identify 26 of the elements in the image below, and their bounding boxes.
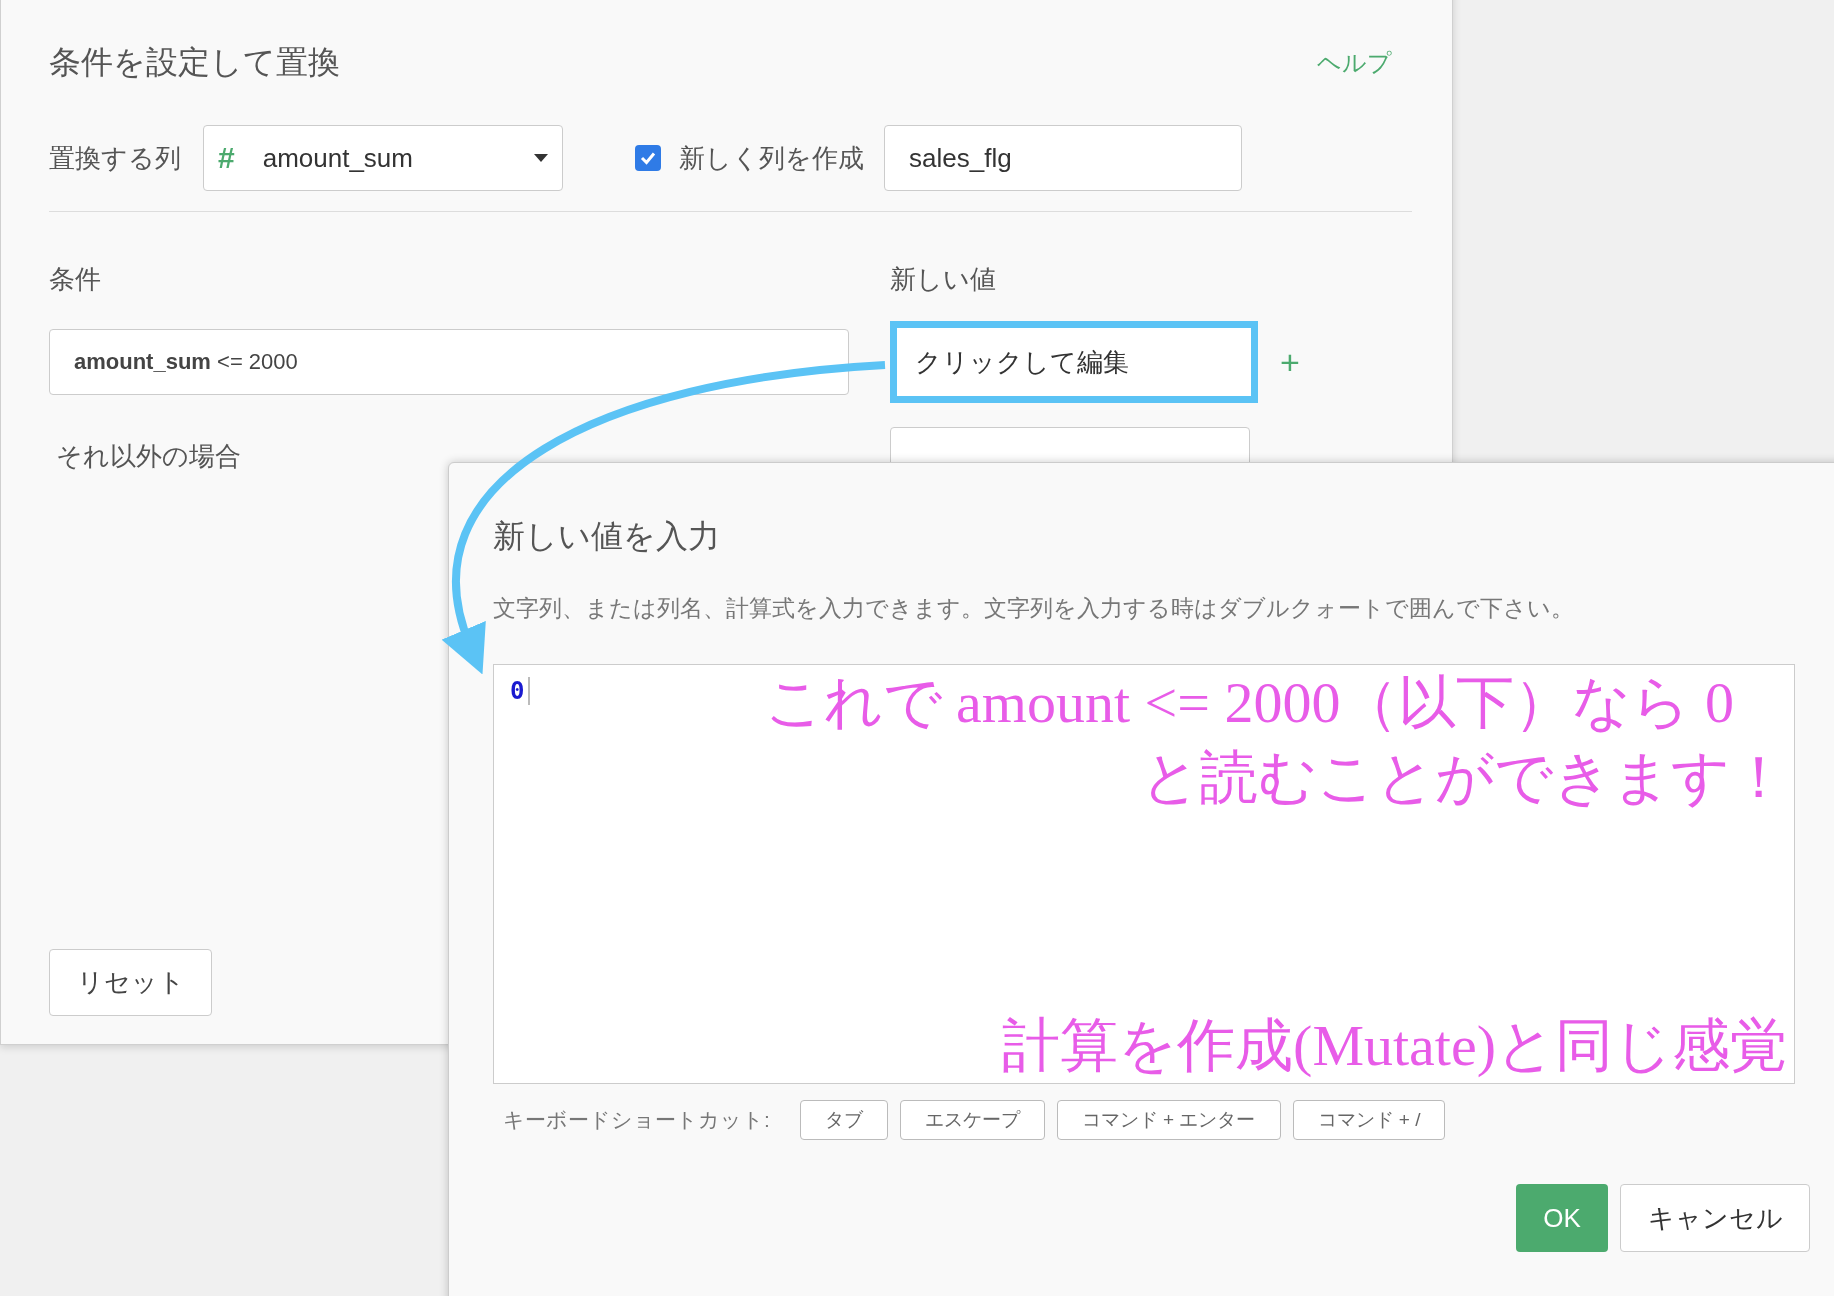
- new-value-header: 新しい値: [890, 263, 997, 296]
- editor-text: 0: [510, 677, 531, 705]
- cancel-button[interactable]: キャンセル: [1620, 1184, 1810, 1252]
- column-select[interactable]: # amount_sum: [203, 125, 563, 191]
- dialog-title: 新しい値を入力: [493, 517, 721, 556]
- reset-button[interactable]: リセット: [49, 949, 212, 1016]
- annotation-text: これで amount <= 2000（以下）なら 0: [764, 669, 1734, 737]
- new-column-name-field[interactable]: sales_flg: [884, 125, 1242, 191]
- new-column-label: 新しく列を作成: [679, 141, 864, 175]
- shortcut-key[interactable]: コマンド + /: [1292, 1100, 1446, 1140]
- new-column-checkbox[interactable]: [635, 145, 661, 171]
- column-label: 置換する列: [49, 141, 181, 175]
- dialog-title: 条件を設定して置換: [49, 43, 340, 82]
- otherwise-label: それ以外の場合: [56, 440, 242, 473]
- condition-header: 条件: [49, 263, 102, 296]
- annotation-text: と読むことができます！: [1141, 744, 1788, 813]
- condition-field[interactable]: amount_sum <= 2000: [49, 329, 849, 395]
- expression-editor[interactable]: 0 これで amount <= 2000（以下）なら 0 と読むことができます！ 計算を作成(Mutate)と同じ感覚: [493, 664, 1795, 1084]
- shortcuts-label: キーボードショートカット:: [503, 1107, 770, 1133]
- new-value-field[interactable]: クリックして編集: [890, 321, 1258, 403]
- annotation-text: 計算を作成(Mutate)と同じ感覚: [1002, 1011, 1788, 1080]
- caret-icon: [534, 154, 548, 162]
- shortcut-key[interactable]: コマンド + エンター: [1056, 1100, 1281, 1140]
- shortcut-key[interactable]: エスケープ: [899, 1100, 1045, 1140]
- shortcut-key[interactable]: タブ: [799, 1100, 888, 1140]
- dialog-description: 文字列、または列名、計算式を入力できます。文字列を入力する時はダブルクォートで囲んで下さい。: [493, 594, 1575, 623]
